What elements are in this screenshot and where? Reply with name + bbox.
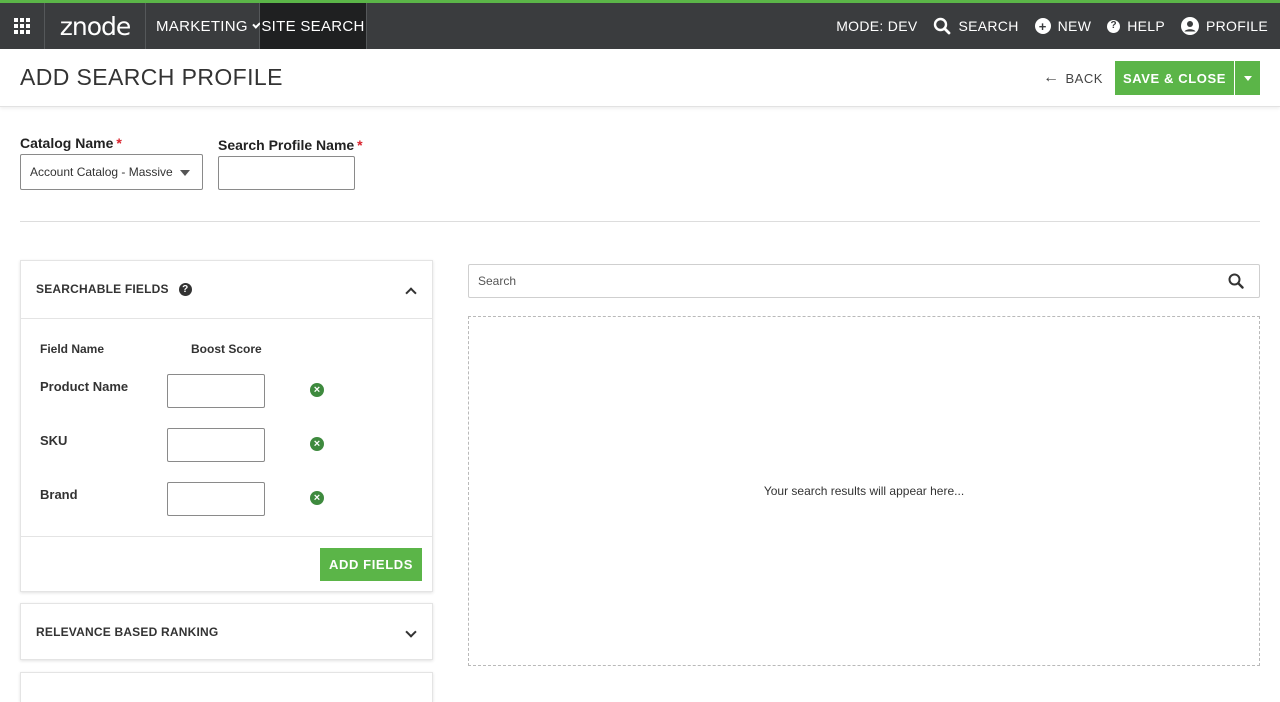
top-help-label: HELP xyxy=(1127,18,1165,34)
back-button[interactable]: ← BACK xyxy=(1043,69,1103,87)
dropdown-caret-icon xyxy=(180,170,190,176)
nav-site-search-label: SITE SEARCH xyxy=(261,17,365,35)
field-row-name: Brand xyxy=(40,487,78,502)
page-header: ADD SEARCH PROFILE ← BACK SAVE & CLOSE xyxy=(0,49,1280,107)
top-search-button[interactable]: SEARCH xyxy=(933,17,1018,35)
question-circle-icon[interactable]: ? xyxy=(178,282,192,296)
top-new-label: NEW xyxy=(1057,18,1092,34)
field-row-name: Product Name xyxy=(40,379,129,394)
plus-circle-icon: + xyxy=(1034,18,1051,34)
back-label: BACK xyxy=(1065,70,1103,86)
add-fields-label: ADD FIELDS xyxy=(329,557,413,572)
catalog-name-label-text: Catalog Name xyxy=(20,135,114,151)
top-profile-button[interactable]: PROFILE xyxy=(1180,17,1268,35)
top-nav-bar: znode MARKETING SITE SEARCH MODE: DEV SE… xyxy=(0,0,1280,49)
user-circle-icon xyxy=(1180,17,1199,35)
required-marker: * xyxy=(116,135,122,151)
searchable-fields-title: SEARCHABLE FIELDS ? xyxy=(36,282,192,296)
save-close-label: SAVE & CLOSE xyxy=(1122,70,1227,86)
top-profile-label: PROFILE xyxy=(1205,18,1268,34)
chevron-up-icon[interactable] xyxy=(405,287,417,299)
mode-label: MODE: DEV xyxy=(836,18,918,34)
top-nav-actions: MODE: DEV SEARCH + NEW ? HELP PROFILE xyxy=(820,3,1268,49)
top-search-label: SEARCH xyxy=(958,18,1019,34)
remove-field-icon[interactable]: × xyxy=(310,491,324,505)
search-icon[interactable] xyxy=(1228,273,1244,294)
search-icon xyxy=(933,17,951,35)
search-results-placeholder: Your search results will appear here... xyxy=(763,484,965,498)
boost-score-input[interactable] xyxy=(167,482,265,516)
top-new-button[interactable]: + NEW xyxy=(1034,18,1092,34)
preview-search-input[interactable] xyxy=(469,265,1209,297)
nav-marketing-label: MARKETING xyxy=(156,17,248,35)
mode-indicator: MODE: DEV xyxy=(836,18,917,34)
search-profile-name-input[interactable] xyxy=(218,156,355,190)
znode-logo[interactable]: znode xyxy=(45,3,146,49)
field-row-name: SKU xyxy=(40,433,68,448)
remove-field-icon[interactable]: × xyxy=(310,437,324,451)
boost-score-input[interactable] xyxy=(167,374,265,408)
collapsed-panel[interactable] xyxy=(20,672,433,702)
searchable-fields-header[interactable]: SEARCHABLE FIELDS ? xyxy=(21,261,432,319)
panel-footer-divider xyxy=(21,536,432,537)
relevance-ranking-panel[interactable]: RELEVANCE BASED RANKING xyxy=(20,603,433,660)
preview-search-box xyxy=(468,264,1260,298)
section-divider xyxy=(20,221,1260,222)
apps-grid-icon xyxy=(14,18,30,34)
save-close-button[interactable]: SAVE & CLOSE xyxy=(1115,61,1234,95)
caret-down-icon xyxy=(1243,75,1252,81)
catalog-name-select[interactable]: Account Catalog - Massive xyxy=(20,154,203,190)
remove-field-icon[interactable]: × xyxy=(310,383,324,397)
search-profile-name-label: Search Profile Name * xyxy=(218,137,363,153)
required-marker: * xyxy=(357,137,363,153)
search-results-area: Your search results will appear here... xyxy=(468,316,1260,666)
page-title: ADD SEARCH PROFILE xyxy=(20,64,283,90)
help-icon: ? xyxy=(1107,19,1121,33)
catalog-name-label: Catalog Name * xyxy=(20,135,122,151)
boost-score-column-header: Boost Score xyxy=(191,342,262,356)
catalog-name-value: Account Catalog - Massive xyxy=(30,165,173,179)
nav-marketing-menu[interactable]: MARKETING xyxy=(146,3,261,49)
logo-text: znode xyxy=(59,11,132,41)
arrow-left-icon: ← xyxy=(1043,69,1060,86)
search-profile-name-label-text: Search Profile Name xyxy=(218,137,355,153)
apps-grid-button[interactable] xyxy=(0,3,45,49)
top-help-button[interactable]: ? HELP xyxy=(1107,18,1165,34)
add-fields-button[interactable]: ADD FIELDS xyxy=(320,548,422,581)
searchable-fields-panel: SEARCHABLE FIELDS ? Field Name Boost Sco… xyxy=(20,260,433,592)
nav-site-search[interactable]: SITE SEARCH xyxy=(260,3,367,49)
chevron-down-icon[interactable] xyxy=(405,626,417,638)
searchable-fields-title-text: SEARCHABLE FIELDS xyxy=(36,282,169,296)
save-options-dropdown[interactable] xyxy=(1235,61,1260,95)
relevance-ranking-title: RELEVANCE BASED RANKING xyxy=(36,625,219,639)
field-name-column-header: Field Name xyxy=(40,342,105,356)
boost-score-input[interactable] xyxy=(167,428,265,462)
